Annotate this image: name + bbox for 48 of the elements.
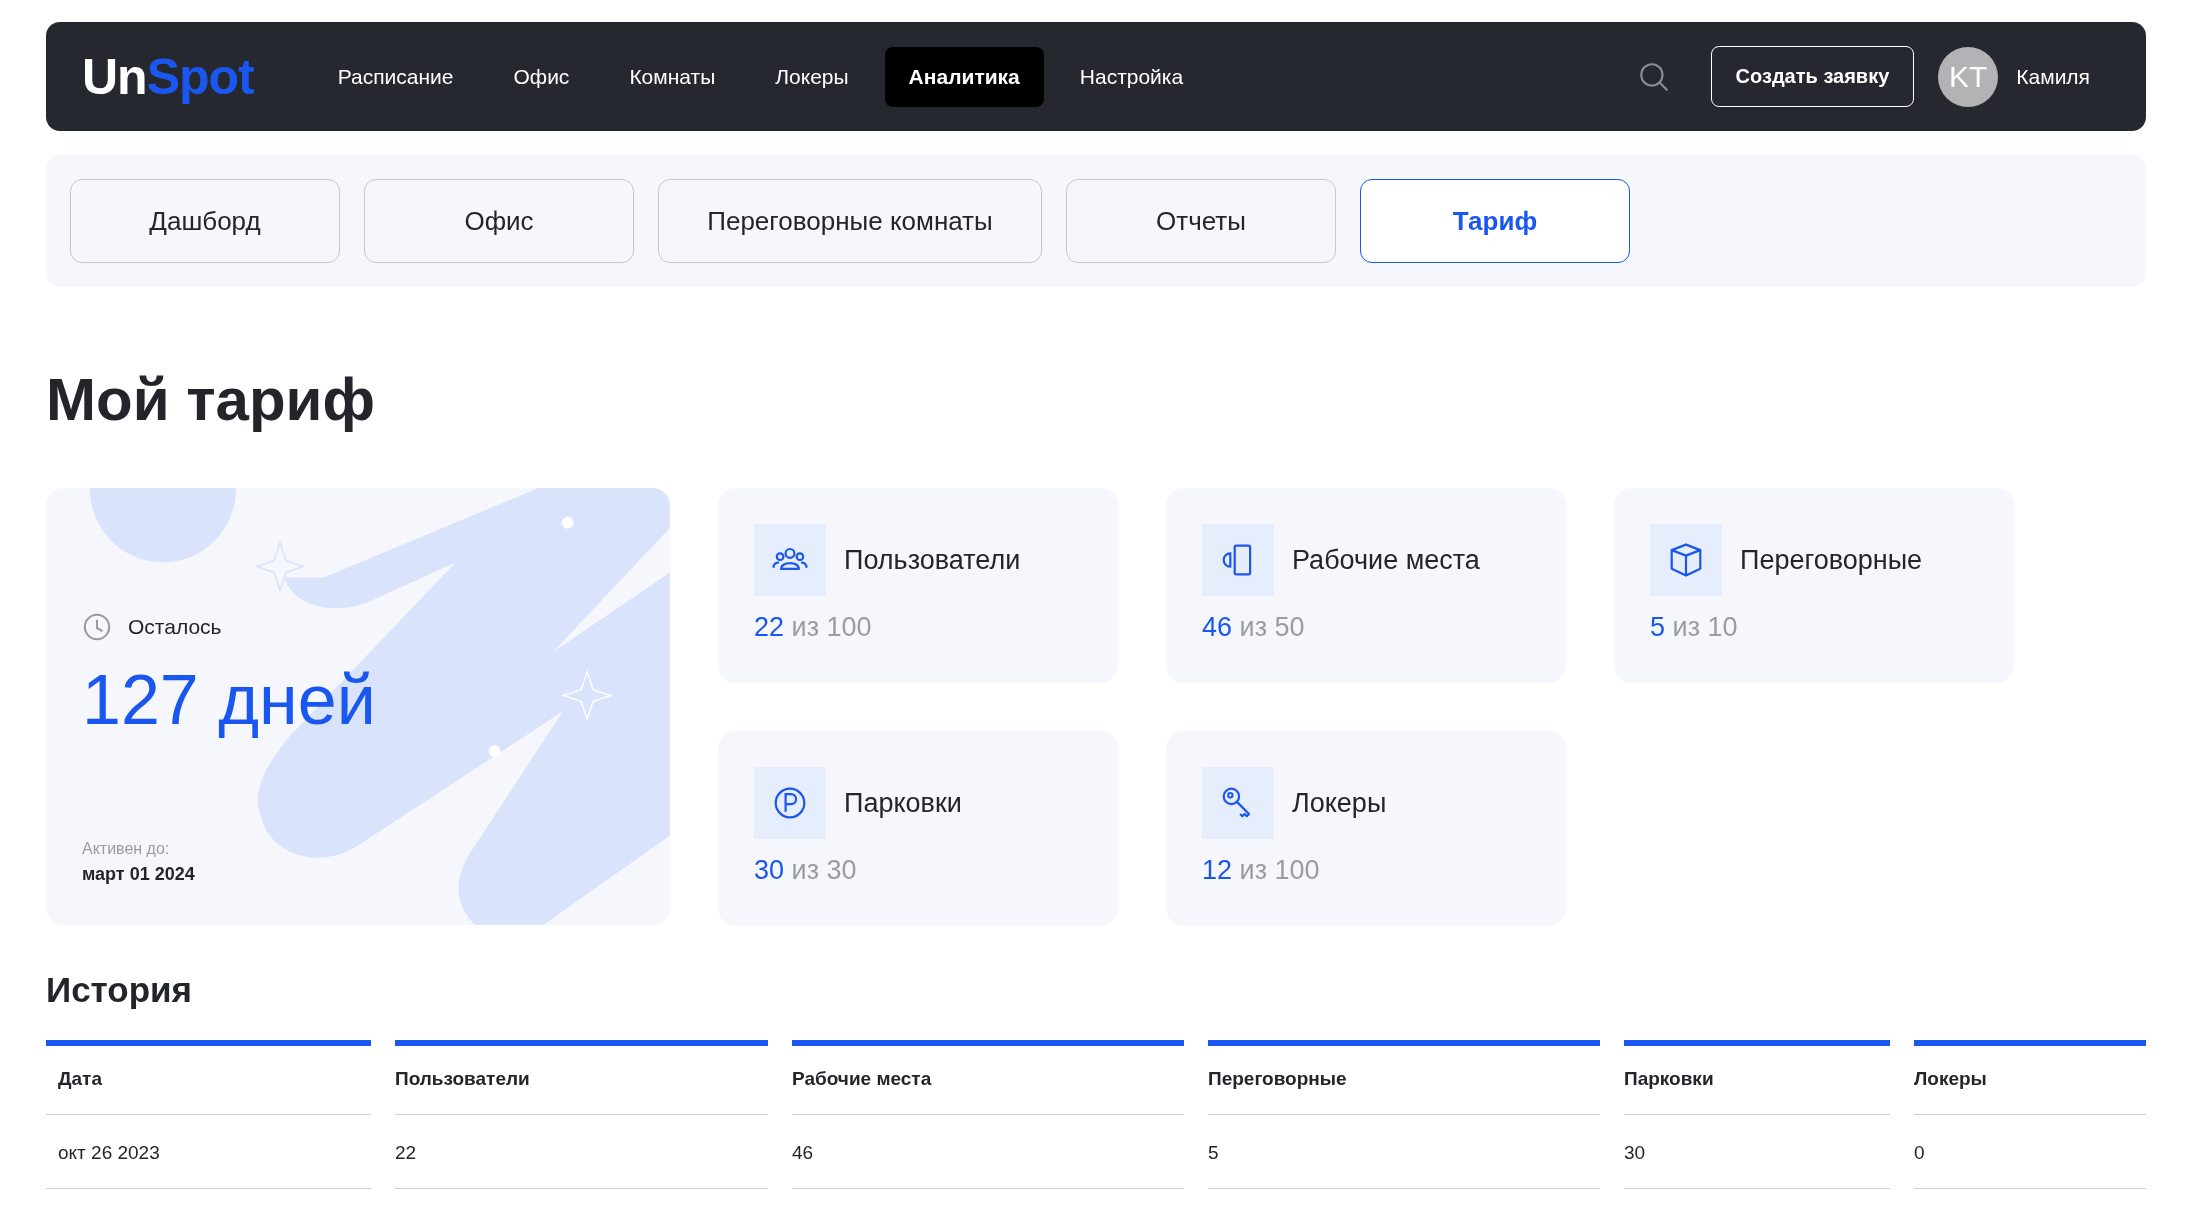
desk-icon: [1202, 524, 1274, 596]
column-header: Переговорные: [1208, 1046, 1600, 1115]
remaining-days: 127 дней: [82, 660, 634, 740]
section-tab[interactable]: Тариф: [1360, 179, 1630, 263]
column-header: Локеры: [1914, 1046, 2146, 1115]
table-cell: 0: [1914, 1115, 2146, 1189]
active-until-date: март 01 2024: [82, 864, 196, 885]
remaining-label: Осталось: [128, 615, 222, 639]
nav-link[interactable]: Офис: [489, 46, 594, 107]
usage-value: 46 из 50: [1202, 612, 1306, 643]
clock-icon: [82, 612, 112, 642]
people-icon: [754, 524, 826, 596]
user-name[interactable]: Камиля: [2016, 64, 2090, 89]
usage-label: Парковки: [844, 787, 962, 819]
active-until-label: Активен до:: [82, 840, 171, 858]
column-header: Рабочие места: [792, 1046, 1184, 1115]
nav-link[interactable]: Аналитика: [884, 46, 1044, 107]
section-tab[interactable]: Отчеты: [1066, 179, 1336, 263]
column-header: Парковки: [1624, 1046, 1890, 1115]
usage-value: 5 из 10: [1650, 612, 1739, 643]
usage-value: 12 из 100: [1202, 855, 1321, 886]
section-tab[interactable]: Дашборд: [70, 179, 340, 263]
table-cell: 46: [792, 1115, 1184, 1189]
usage-label: Рабочие места: [1292, 544, 1480, 576]
page-title: Мой тариф: [46, 365, 376, 434]
section-tab[interactable]: Офис: [364, 179, 634, 263]
section-tab[interactable]: Переговорные комнаты: [658, 179, 1042, 263]
nav-link[interactable]: Комнаты: [605, 46, 740, 107]
usage-label: Пользователи: [844, 544, 1021, 576]
history-title: История: [46, 970, 193, 1010]
create-request-button[interactable]: Создать заявку: [1710, 46, 1915, 107]
nav-link[interactable]: Локеры: [751, 46, 873, 107]
table-cell: 5: [1208, 1115, 1600, 1189]
nav-link[interactable]: Настройка: [1055, 46, 1208, 107]
cube-icon: [1650, 524, 1722, 596]
table-cell: окт 26 2023: [46, 1115, 371, 1189]
usage-value: 22 из 100: [754, 612, 873, 643]
usage-value: 30 из 30: [754, 855, 858, 886]
key-icon: [1202, 767, 1274, 839]
usage-label: Переговорные: [1740, 544, 1923, 576]
usage-label: Локеры: [1292, 787, 1387, 819]
parking-icon: [754, 767, 826, 839]
nav-link[interactable]: Расписание: [313, 46, 478, 107]
column-header: Пользователи: [395, 1046, 768, 1115]
table-cell: 30: [1624, 1115, 1890, 1189]
logo[interactable]: UnSpot: [82, 47, 254, 106]
table-cell: 22: [395, 1115, 768, 1189]
column-header: Дата: [46, 1046, 371, 1115]
